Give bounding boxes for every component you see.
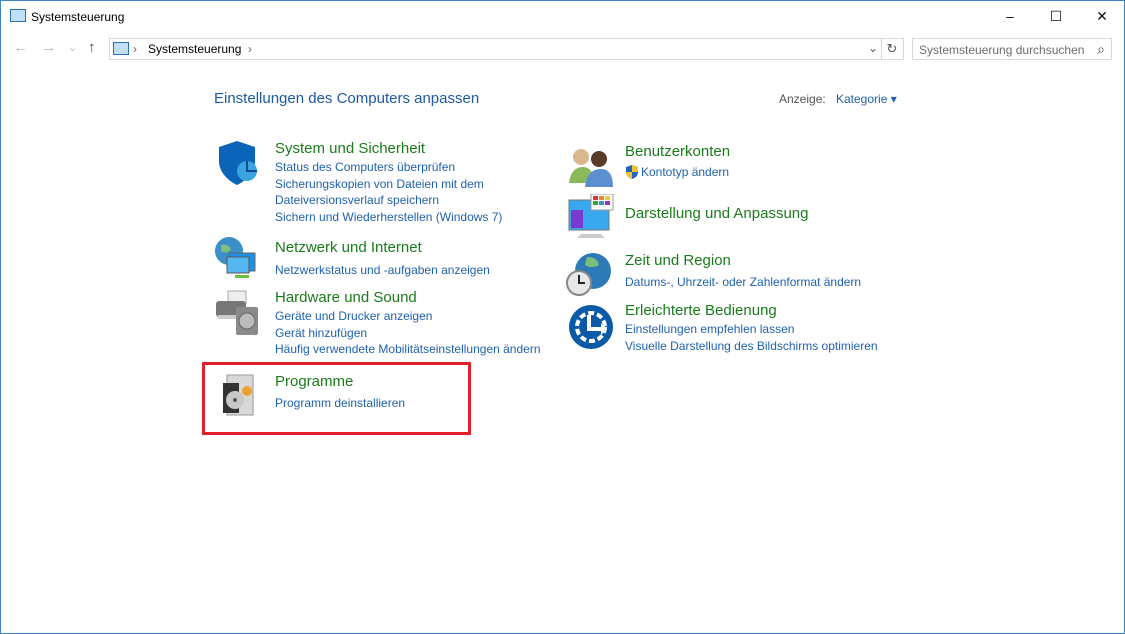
search-placeholder: Systemsteuerung durchsuchen	[919, 43, 1085, 57]
network-icon	[215, 237, 256, 278]
chevron-down-icon: ▾	[890, 92, 897, 106]
link-optimize-display[interactable]: Visuelle Darstellung des Bildschirms opt…	[625, 338, 878, 355]
programs-icon	[223, 374, 254, 416]
link-backup-restore[interactable]: Sichern und Wiederherstellen (Windows 7)	[275, 209, 502, 226]
category-programs[interactable]: Programme	[275, 373, 405, 390]
link-mobility-settings[interactable]: Häufig verwendete Mobilitätseinstellunge…	[275, 341, 541, 358]
maximize-button[interactable]: ☐	[1033, 1, 1079, 31]
back-button[interactable]: ←	[13, 39, 28, 56]
link-date-time-format[interactable]: Datums-, Uhrzeit- oder Zahlenformat ände…	[625, 274, 861, 291]
control-panel-icon	[113, 42, 129, 55]
minimize-button[interactable]: –	[987, 1, 1033, 31]
recent-locations-button[interactable]: ⌄	[68, 41, 77, 54]
forward-button[interactable]: →	[41, 39, 56, 56]
clock-globe-icon	[566, 253, 611, 296]
view-dropdown[interactable]: Kategorie ▾	[836, 92, 897, 106]
category-user-accounts[interactable]: Benutzerkonten	[625, 143, 730, 160]
refresh-button[interactable]: ↻	[881, 38, 904, 60]
link-uninstall-program[interactable]: Programm deinstallieren	[275, 395, 405, 412]
uac-shield-icon	[626, 165, 638, 180]
link-recommend-settings[interactable]: Einstellungen empfehlen lassen	[625, 321, 878, 338]
control-panel-icon	[10, 9, 26, 22]
view-label: Anzeige:	[779, 92, 826, 106]
accessibility-icon	[569, 305, 613, 349]
link-add-device[interactable]: Gerät hinzufügen	[275, 325, 541, 342]
link-file-history[interactable]: Sicherungskopien von Dateien mit dem Dat…	[275, 176, 495, 209]
users-icon	[569, 149, 613, 187]
link-devices-printers[interactable]: Geräte und Drucker anzeigen	[275, 308, 541, 325]
category-network-internet[interactable]: Netzwerk und Internet	[275, 239, 490, 256]
breadcrumb-separator: ›	[133, 42, 137, 56]
window-title: Systemsteuerung	[31, 10, 125, 24]
category-time-region[interactable]: Zeit und Region	[625, 252, 861, 269]
display-icon	[568, 194, 614, 238]
breadcrumb-separator[interactable]: ›	[248, 42, 252, 56]
search-input[interactable]: Systemsteuerung durchsuchen ⌕	[912, 38, 1112, 60]
link-change-account-type[interactable]: Kontotyp ändern	[641, 164, 729, 181]
address-bar[interactable]: › Systemsteuerung › ⌄	[109, 38, 882, 60]
link-network-status[interactable]: Netzwerkstatus und -aufgaben anzeigen	[275, 262, 490, 279]
category-system-security[interactable]: System und Sicherheit	[275, 140, 502, 157]
address-dropdown-button[interactable]: ⌄	[868, 41, 878, 55]
category-ease-of-access[interactable]: Erleichterte Bedienung	[625, 302, 878, 319]
shield-icon	[219, 141, 257, 185]
printer-icon	[216, 290, 258, 335]
search-icon[interactable]: ⌕	[1097, 41, 1105, 58]
view-value: Kategorie	[836, 92, 888, 106]
page-title: Einstellungen des Computers anpassen	[214, 90, 480, 107]
link-computer-status[interactable]: Status des Computers überprüfen	[275, 159, 502, 176]
category-appearance[interactable]: Darstellung und Anpassung	[625, 205, 808, 222]
breadcrumb-systemsteuerung[interactable]: Systemsteuerung	[148, 42, 241, 56]
category-hardware-sound[interactable]: Hardware und Sound	[275, 289, 541, 306]
up-button[interactable]: ↑	[88, 39, 96, 56]
close-button[interactable]: ✕	[1079, 1, 1125, 31]
